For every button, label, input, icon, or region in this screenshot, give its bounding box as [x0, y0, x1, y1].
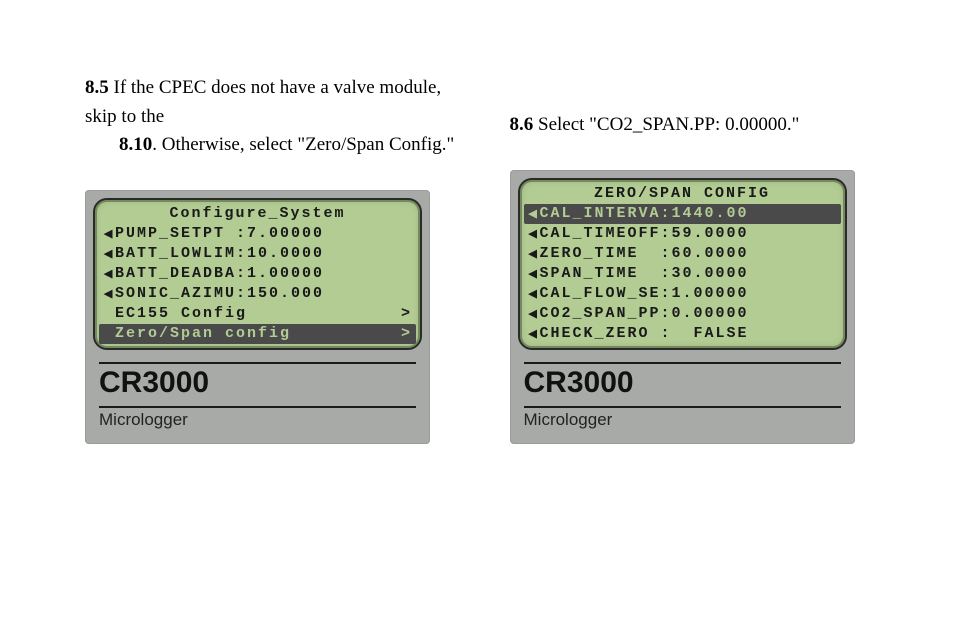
- left-arrow-icon: ◀: [103, 284, 115, 303]
- device-model: CR3000: [524, 366, 841, 400]
- left-arrow-icon: ◀: [528, 244, 540, 263]
- row-value: 30.0000: [672, 265, 749, 282]
- row-value: 150.000: [247, 285, 324, 302]
- lcd-screen-left: Configure_System ◀PUMP_SETPT :7.00000 ◀B…: [93, 198, 422, 350]
- step-indent: 8.10. Otherwise, select "Zero/Span Confi…: [85, 131, 455, 160]
- left-arrow-icon: ◀: [103, 224, 115, 243]
- row-sep: :: [236, 285, 247, 302]
- lcd-title: ZERO/SPAN CONFIG: [594, 185, 770, 202]
- step-text: Select "CO2_SPAN.PP: 0.00000.": [533, 114, 799, 135]
- lcd-row-selected[interactable]: ◀CAL_INTERVA:1440.00: [524, 204, 841, 224]
- device-right: ZERO/SPAN CONFIG ◀CAL_INTERVA:1440.00 ◀C…: [510, 170, 855, 444]
- row-label: CAL_FLOW_SE: [540, 285, 661, 302]
- lcd-row[interactable]: ◀BATT_LOWLIM:10.0000: [99, 244, 416, 264]
- row-label: CHECK_ZERO: [540, 325, 661, 342]
- row-label: SONIC_AZIMU: [115, 285, 236, 302]
- device-model: CR3000: [99, 366, 416, 400]
- left-arrow-icon: ◀: [528, 204, 540, 223]
- brand-divider: [524, 406, 841, 408]
- row-label: SPAN_TIME: [540, 265, 661, 282]
- row-value: 1.00000: [672, 285, 749, 302]
- row-label: ZERO_TIME: [540, 245, 661, 262]
- step-number: 8.5: [85, 77, 109, 98]
- device-brand: CR3000 Micrologger: [93, 350, 422, 430]
- row-label: CAL_INTERVA: [540, 205, 661, 222]
- lcd-title: Configure_System: [169, 205, 345, 222]
- left-arrow-icon: ◀: [528, 224, 540, 243]
- lcd-row[interactable]: ◀ZERO_TIME :60.0000: [524, 244, 841, 264]
- step-bold: 8.10: [119, 134, 152, 155]
- step-number: 8.6: [510, 114, 534, 135]
- step-8-5: 8.5 If the CPEC does not have a valve mo…: [85, 74, 455, 160]
- row-sep: :: [236, 245, 247, 262]
- row-value: FALSE: [672, 325, 749, 342]
- row-value: 0.00000: [672, 305, 749, 322]
- step-text-part2: . Otherwise, select "Zero/Span Config.": [152, 134, 454, 155]
- device-subtitle: Micrologger: [524, 410, 841, 430]
- row-sep: :: [236, 225, 247, 242]
- row-sep: :: [661, 325, 672, 342]
- right-column: 8.6 Select "CO2_SPAN.PP: 0.00000." ZERO/…: [510, 55, 880, 444]
- device-brand: CR3000 Micrologger: [518, 350, 847, 430]
- lcd-title-row: ZERO/SPAN CONFIG: [524, 184, 841, 204]
- lcd-row[interactable]: ◀CO2_SPAN_PP:0.00000: [524, 304, 841, 324]
- step-text-part1: If the CPEC does not have a valve module…: [85, 77, 441, 127]
- row-label: BATT_DEADBA: [115, 265, 236, 282]
- left-arrow-icon: ◀: [528, 304, 540, 323]
- row-value: 1440.00: [672, 205, 749, 222]
- row-value: 1.00000: [247, 265, 324, 282]
- chevron-right-icon: >: [398, 305, 412, 322]
- row-value: 7.00000: [247, 225, 324, 242]
- row-sep: :: [236, 265, 247, 282]
- row-label: PUMP_SETPT: [115, 225, 236, 242]
- left-arrow-icon: [103, 305, 115, 322]
- row-value: 10.0000: [247, 245, 324, 262]
- row-label: CAL_TIMEOFF: [540, 225, 661, 242]
- brand-divider: [99, 362, 416, 364]
- row-sep: :: [661, 305, 672, 322]
- left-arrow-icon: ◀: [103, 244, 115, 263]
- left-arrow-icon: ◀: [528, 324, 540, 343]
- columns: 8.5 If the CPEC does not have a valve mo…: [85, 55, 879, 444]
- brand-divider: [99, 406, 416, 408]
- row-value: 59.0000: [672, 225, 749, 242]
- device-left: Configure_System ◀PUMP_SETPT :7.00000 ◀B…: [85, 190, 430, 444]
- lcd-row[interactable]: ◀PUMP_SETPT :7.00000: [99, 224, 416, 244]
- page: 8.5 If the CPEC does not have a valve mo…: [0, 0, 954, 618]
- row-value: 60.0000: [672, 245, 749, 262]
- lcd-screen-right: ZERO/SPAN CONFIG ◀CAL_INTERVA:1440.00 ◀C…: [518, 178, 847, 350]
- lcd-row[interactable]: ◀SPAN_TIME :30.0000: [524, 264, 841, 284]
- brand-divider: [524, 362, 841, 364]
- row-label: EC155 Config: [115, 305, 247, 322]
- lcd-title-row: Configure_System: [99, 204, 416, 224]
- row-sep: :: [661, 285, 672, 302]
- chevron-right-icon: >: [398, 325, 412, 342]
- step-8-6: 8.6 Select "CO2_SPAN.PP: 0.00000.": [510, 111, 880, 140]
- row-label: CO2_SPAN_PP: [540, 305, 661, 322]
- row-sep: :: [661, 205, 672, 222]
- left-arrow-icon: ◀: [103, 264, 115, 283]
- left-arrow-icon: ◀: [528, 264, 540, 283]
- row-sep: :: [661, 225, 672, 242]
- lcd-row[interactable]: ◀CAL_FLOW_SE:1.00000: [524, 284, 841, 304]
- lcd-row-selected[interactable]: Zero/Span config >: [99, 324, 416, 344]
- left-arrow-icon: ◀: [528, 284, 540, 303]
- left-arrow-icon: [103, 325, 115, 342]
- lcd-row[interactable]: EC155 Config >: [99, 304, 416, 324]
- lcd-row[interactable]: ◀CAL_TIMEOFF:59.0000: [524, 224, 841, 244]
- lcd-row[interactable]: ◀CHECK_ZERO : FALSE: [524, 324, 841, 344]
- device-subtitle: Micrologger: [99, 410, 416, 430]
- row-sep: :: [661, 265, 672, 282]
- left-column: 8.5 If the CPEC does not have a valve mo…: [85, 55, 455, 444]
- lcd-row[interactable]: ◀BATT_DEADBA:1.00000: [99, 264, 416, 284]
- row-sep: :: [661, 245, 672, 262]
- row-label: Zero/Span config: [115, 325, 291, 342]
- lcd-row[interactable]: ◀SONIC_AZIMU:150.000: [99, 284, 416, 304]
- row-label: BATT_LOWLIM: [115, 245, 236, 262]
